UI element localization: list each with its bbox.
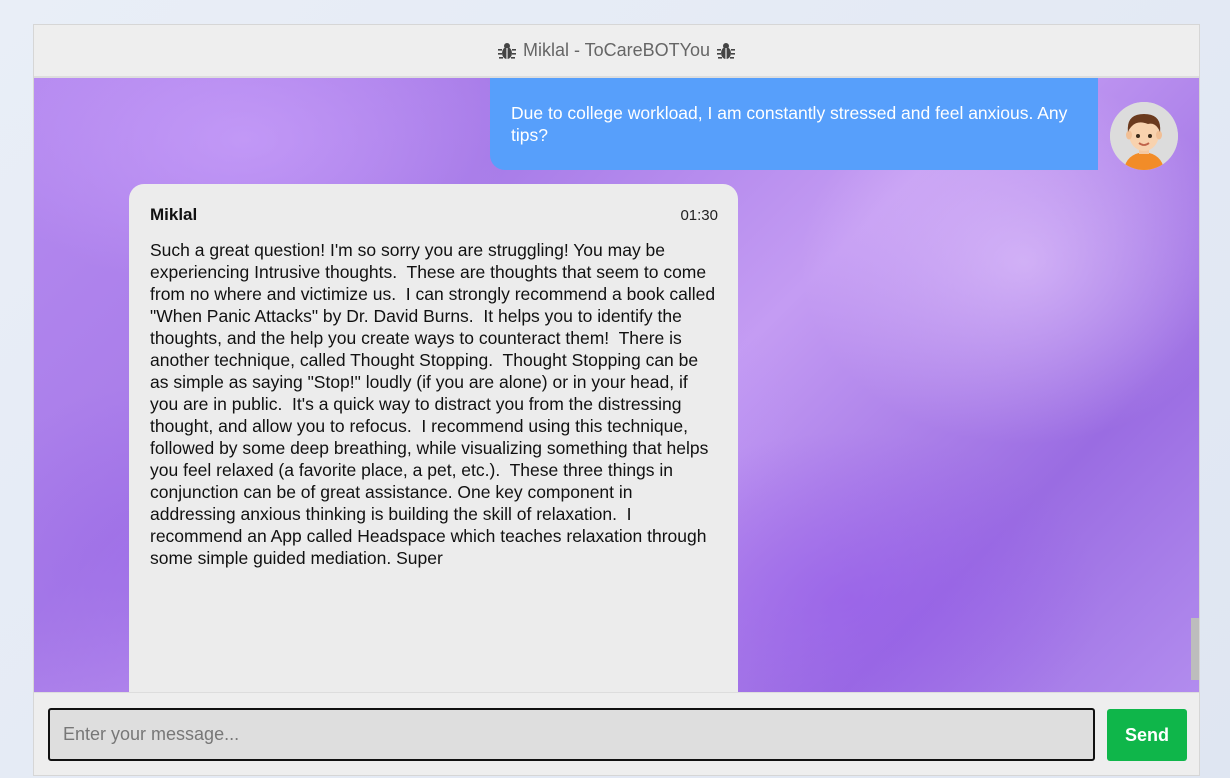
- bot-message-text: Such a great question! I'm so sorry you …: [150, 240, 720, 568]
- chat-header: Miklal - ToCareBOTYou: [34, 25, 1199, 78]
- user-message-text: Due to college workload, I am constantly…: [511, 103, 1068, 145]
- bot-name: Miklal: [150, 205, 198, 224]
- chat-messages-area[interactable]: Due to college workload, I am constantly…: [34, 78, 1199, 692]
- bug-icon: [717, 42, 736, 59]
- bug-icon: [497, 42, 516, 59]
- user-avatar: [1110, 102, 1178, 170]
- bot-message-header: Miklal 01:30: [150, 204, 718, 226]
- message-composer: Send: [34, 692, 1199, 775]
- scrollbar-thumb[interactable]: [1191, 618, 1199, 680]
- user-message-bubble: Due to college workload, I am constantly…: [490, 78, 1098, 170]
- chat-title: Miklal - ToCareBOTYou: [522, 40, 711, 60]
- message-input[interactable]: [48, 708, 1095, 761]
- bot-message-bubble: Miklal 01:30 Such a great question! I'm …: [129, 184, 738, 692]
- message-timestamp: 01:30: [680, 206, 718, 224]
- chat-window: Miklal - ToCareBOTYou Due to college wor…: [33, 24, 1200, 776]
- send-button[interactable]: Send: [1107, 709, 1187, 761]
- user-avatar-icon: [1110, 102, 1178, 170]
